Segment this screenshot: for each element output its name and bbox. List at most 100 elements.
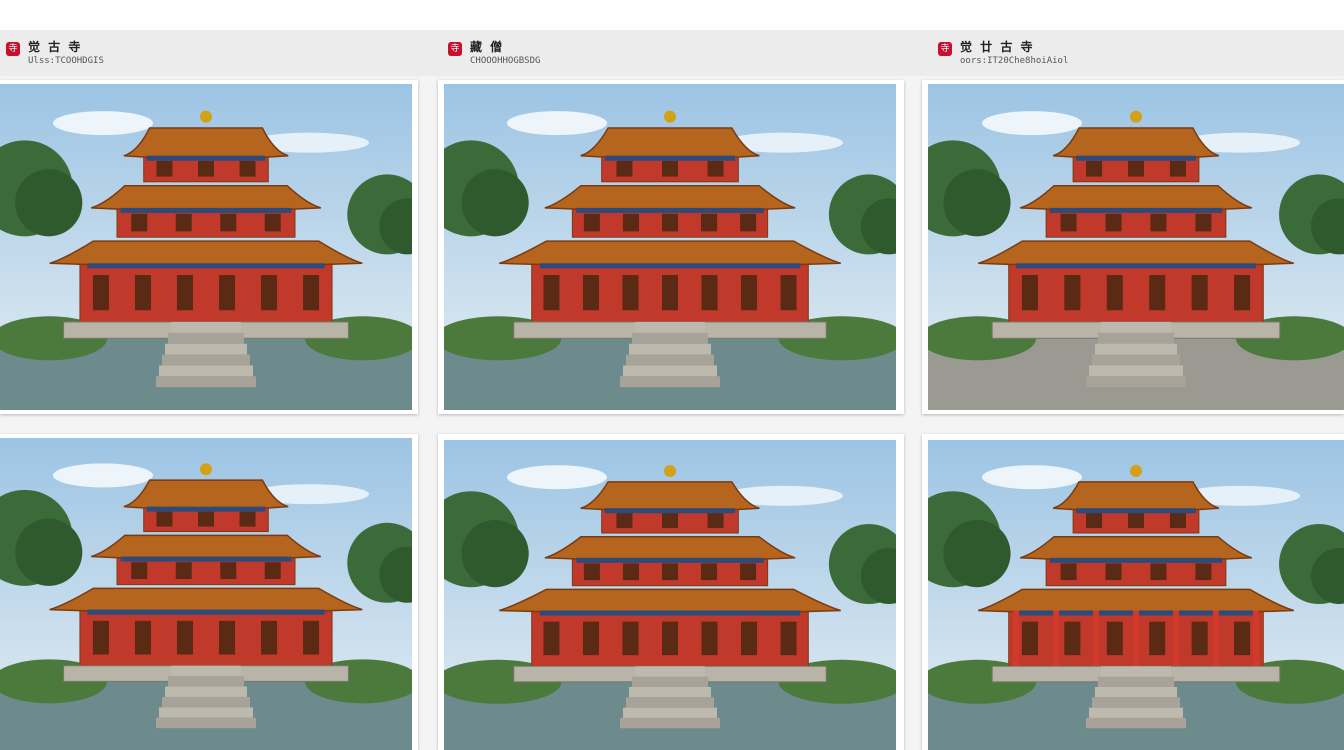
stair-step: [156, 717, 256, 729]
temple-pillar: [1172, 610, 1179, 667]
roof-tier: [544, 535, 796, 562]
roof-tier: [1019, 184, 1253, 212]
cloud: [982, 465, 1082, 490]
temple-window: [175, 562, 192, 580]
image-card-1[interactable]: [0, 80, 418, 414]
roof-tier: [49, 587, 363, 614]
temple-window: [662, 513, 678, 529]
temple-window: [1106, 621, 1123, 656]
roof-beam: [1049, 557, 1223, 563]
stair-step: [171, 321, 241, 333]
roof-tier: [499, 240, 841, 268]
roof-beam: [146, 506, 266, 512]
roof-tier: [123, 127, 289, 160]
temple-image-1: [0, 84, 412, 410]
roof-tier: [978, 588, 1294, 615]
image-card-6[interactable]: [922, 434, 1344, 750]
cloud: [53, 111, 153, 136]
stair-step: [620, 376, 720, 388]
roof-tier: [580, 127, 760, 160]
stair-step: [162, 696, 250, 708]
roof-tier: [1052, 127, 1220, 160]
temple-wall: [79, 609, 333, 667]
temple-window: [1150, 213, 1167, 232]
temple-image-5: [444, 440, 896, 750]
temple-window: [1106, 275, 1123, 311]
temple-window: [616, 513, 633, 529]
temple-window: [134, 275, 151, 311]
stair-step: [165, 686, 247, 697]
temple-wall: [79, 262, 333, 323]
roof-tier: [1019, 535, 1253, 562]
temple-window: [1064, 275, 1081, 311]
stair-step: [1098, 332, 1174, 344]
caption-subtitle: CHOOOHHOGBSDG: [470, 56, 541, 66]
temple-window: [261, 620, 278, 655]
image-card-4[interactable]: [0, 434, 418, 750]
temple-window: [131, 562, 148, 580]
caption-subtitle: oors:IT20Che8hoiAiol: [960, 56, 1069, 66]
temple-window: [175, 213, 192, 232]
roof-beam: [120, 207, 292, 213]
stair-step: [629, 343, 711, 355]
stair-step: [626, 697, 714, 708]
temple-pillar: [1053, 610, 1060, 667]
temple-window: [1060, 213, 1077, 232]
roof-beam: [604, 508, 736, 514]
temple-window: [780, 621, 797, 656]
temple-window: [1191, 275, 1208, 311]
temple-image-2: [444, 84, 896, 410]
cloud: [507, 465, 607, 490]
roof-finial: [664, 465, 676, 477]
tree: [15, 518, 83, 586]
roof-tier: [499, 588, 841, 615]
image-card-5[interactable]: [438, 434, 904, 750]
temple-window: [261, 275, 278, 311]
tree: [461, 169, 529, 237]
roof-finial: [664, 110, 676, 123]
temple-window: [707, 160, 724, 177]
image-card-2[interactable]: [438, 80, 904, 414]
image-card-3[interactable]: [922, 80, 1344, 414]
temple-window: [740, 213, 757, 232]
stair-step: [159, 365, 253, 377]
stair-step: [168, 332, 244, 344]
roof-beam: [1076, 155, 1196, 161]
temple-window: [1064, 621, 1081, 656]
temple-window: [92, 275, 109, 311]
stair-step: [1089, 365, 1183, 377]
temple-window: [1021, 621, 1038, 656]
temple-image-3: [928, 84, 1344, 410]
stair-step: [165, 343, 247, 355]
temple-window: [622, 621, 639, 656]
temple-window: [1169, 513, 1186, 529]
roof-tier: [49, 240, 363, 268]
stair-step: [623, 365, 717, 377]
temple-window: [264, 562, 281, 580]
temple-window: [622, 213, 639, 232]
stair-step: [1095, 343, 1177, 355]
stair-step: [171, 665, 241, 677]
temple-window: [701, 275, 718, 311]
stair-step: [1101, 666, 1171, 677]
roof-beam: [1076, 508, 1196, 514]
temple-window: [662, 563, 678, 581]
caption-2: 寺 藏 僧 CHOOOHHOGBSDG: [448, 38, 648, 72]
stair-step: [1092, 697, 1180, 708]
roof-tier: [978, 240, 1294, 268]
cloud: [53, 463, 153, 488]
temple-window: [198, 160, 214, 177]
roof-beam: [87, 263, 325, 269]
temple-window: [1195, 563, 1212, 581]
temple-window: [701, 213, 718, 232]
temple-window: [219, 275, 236, 311]
temple-window: [239, 511, 256, 527]
roof-tier: [90, 184, 322, 212]
roof-tier: [123, 479, 289, 511]
roof-finial: [200, 463, 212, 476]
stair-step: [635, 321, 705, 333]
stair-step: [1086, 717, 1186, 729]
tree: [943, 169, 1011, 237]
temple-window: [1195, 213, 1212, 232]
temple-image-6: [928, 440, 1344, 750]
